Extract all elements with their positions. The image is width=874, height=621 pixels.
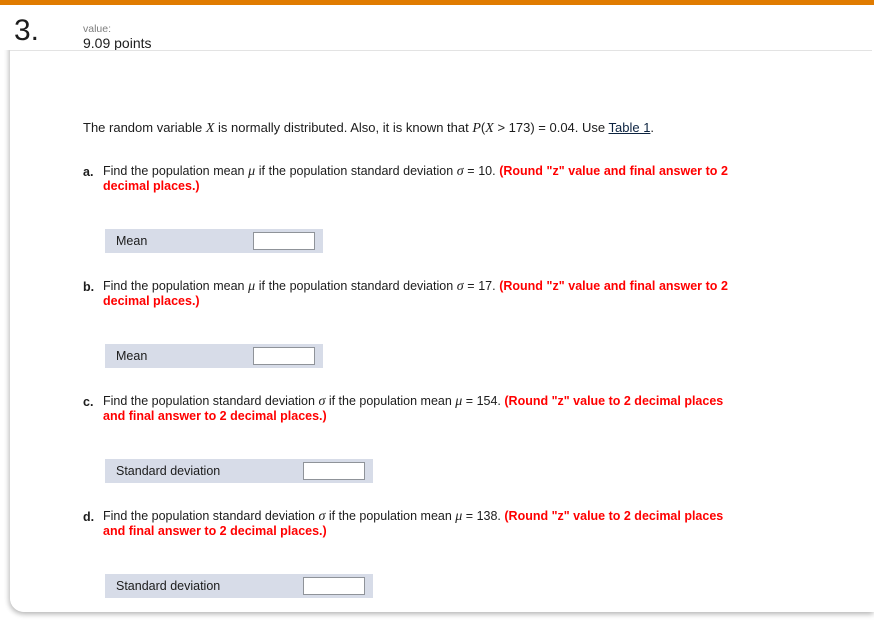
part-a-letter: a.	[83, 165, 94, 179]
part-b-letter: b.	[83, 280, 95, 294]
question-header: 3. value: 9.09 points	[0, 5, 874, 51]
part-d-text-after: = 138.	[462, 509, 505, 523]
question-number: 3.	[14, 14, 40, 47]
part-c-answer-label: Standard deviation	[116, 464, 221, 478]
part-d-letter: d.	[83, 510, 95, 524]
part-a-text-mid: if the population standard deviation	[255, 164, 457, 178]
part-c-text-before: Find the population standard deviation	[103, 394, 319, 408]
part-b-mean-input[interactable]	[253, 347, 315, 365]
header-divider	[10, 50, 872, 51]
part-d-text-mid: if the population mean	[325, 509, 456, 523]
part-c-answer-widget: Standard deviation	[105, 459, 373, 483]
part-b-text-before: Find the population mean	[103, 279, 249, 293]
part-c-text: Find the population standard deviation σ…	[103, 394, 728, 424]
part-b-answer-label: Mean	[116, 349, 148, 363]
value-label: value:	[83, 23, 112, 35]
part-a-symbol-sigma: σ	[456, 164, 464, 179]
part-a-text-before: Find the population mean	[103, 164, 249, 178]
stem-text-2: is normally distributed. Also, it is kno…	[214, 120, 473, 135]
part-b-text: Find the population mean μ if the popula…	[103, 279, 728, 309]
stem-period: .	[650, 120, 655, 135]
stem-text-1: The random variable	[83, 120, 206, 135]
part-b-answer-widget: Mean	[105, 344, 323, 368]
part-c-text-after: = 154.	[462, 394, 505, 408]
part-b-text-mid: if the population standard deviation	[255, 279, 457, 293]
part-a-answer-widget: Mean	[105, 229, 323, 253]
stem-probability-p: P	[472, 121, 481, 136]
part-b-text-after: = 17.	[463, 279, 500, 293]
part-a-mean-input[interactable]	[253, 232, 315, 250]
table-1-link[interactable]: Table 1	[609, 120, 651, 135]
part-d-text: Find the population standard deviation σ…	[103, 509, 728, 539]
part-c-letter: c.	[83, 395, 94, 409]
part-d-answer-label: Standard deviation	[116, 579, 221, 593]
part-a-text-after: = 10.	[463, 164, 500, 178]
stem-probability-rest: > 173) = 0.04. Use	[493, 120, 609, 135]
top-accent-bar	[0, 0, 874, 5]
stem-probability-variable-x: X	[485, 121, 494, 136]
part-a-text: Find the population mean μ if the popula…	[103, 164, 728, 194]
question-stem: The random variable X is normally distri…	[83, 119, 783, 137]
part-d-text-before: Find the population standard deviation	[103, 509, 319, 523]
part-c-standard-deviation-input[interactable]	[303, 462, 365, 480]
part-d-answer-widget: Standard deviation	[105, 574, 373, 598]
part-a-answer-label: Mean	[116, 234, 148, 248]
part-c-text-mid: if the population mean	[325, 394, 456, 408]
part-b-symbol-sigma: σ	[456, 279, 464, 294]
part-d-standard-deviation-input[interactable]	[303, 577, 365, 595]
